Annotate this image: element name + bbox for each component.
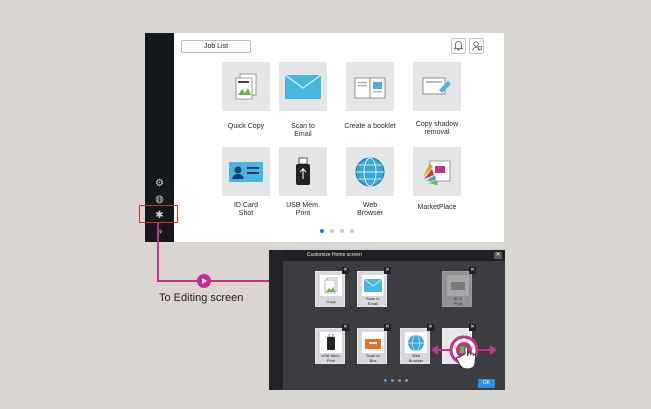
tile-label: Scan to Box bbox=[366, 353, 380, 363]
usb-icon bbox=[320, 332, 342, 353]
drag-gesture-icon bbox=[431, 335, 497, 370]
envelope-icon bbox=[362, 275, 384, 296]
copy-icon bbox=[235, 73, 257, 99]
play-arrow-icon bbox=[197, 274, 211, 288]
marketplace-icon bbox=[423, 160, 451, 185]
tile-label: Web Browser bbox=[408, 353, 424, 363]
globe-icon bbox=[355, 157, 385, 186]
page-dot-active[interactable] bbox=[384, 379, 387, 382]
page-dot[interactable] bbox=[405, 379, 408, 382]
tile-label: Copy shadow removal bbox=[415, 121, 459, 136]
bell-button[interactable] bbox=[451, 38, 466, 54]
settings-icon[interactable]: ⚙ bbox=[153, 177, 166, 190]
box-icon bbox=[362, 332, 384, 353]
remove-tile-icon[interactable]: ✕ bbox=[469, 267, 476, 274]
edit-page-indicator bbox=[384, 379, 408, 382]
page-dot[interactable] bbox=[391, 379, 394, 382]
tile-usb-mem-print[interactable] bbox=[279, 147, 327, 196]
user-status-icon bbox=[472, 41, 482, 51]
tile-scan-to-email[interactable] bbox=[279, 62, 327, 111]
envelope-icon bbox=[284, 74, 322, 99]
shadow-removal-icon bbox=[422, 77, 451, 94]
remove-tile-icon[interactable]: ✕ bbox=[342, 324, 349, 331]
tile-web-browser[interactable] bbox=[346, 147, 394, 196]
connector-line bbox=[157, 223, 159, 281]
remove-tile-icon[interactable]: ✕ bbox=[342, 267, 349, 274]
id-card-icon bbox=[229, 161, 263, 182]
page-dot[interactable] bbox=[350, 229, 354, 233]
tile-copy-shadow-removal[interactable] bbox=[413, 62, 461, 111]
edit-tile-usb-mem-print[interactable]: USB Mem. Print bbox=[315, 328, 345, 364]
page-dot[interactable] bbox=[398, 379, 401, 382]
tile-label: ID & Print bbox=[453, 296, 463, 306]
page-indicator bbox=[320, 229, 354, 233]
tile-label: MarketPlace bbox=[417, 204, 457, 211]
edit-sidebar bbox=[269, 250, 283, 390]
page-dot[interactable] bbox=[330, 229, 334, 233]
edit-tile-id-print[interactable]: ID & Print bbox=[442, 271, 472, 307]
globe-icon bbox=[405, 332, 427, 353]
ok-button[interactable]: OK bbox=[478, 379, 495, 388]
edit-tile-scan-to-box[interactable]: Scan to Box bbox=[357, 328, 387, 364]
copy-icon bbox=[320, 275, 342, 296]
close-button[interactable]: ✕ bbox=[494, 252, 502, 259]
double-chevron-icon[interactable]: » bbox=[153, 225, 166, 238]
home-screen: ⚙ ◍ ✱ » Job List Quick Copy Scan to Emai… bbox=[145, 33, 504, 242]
id-print-icon bbox=[447, 275, 469, 296]
usb-icon bbox=[296, 157, 310, 185]
tile-label: Scan to Email bbox=[366, 296, 380, 306]
edit-caption: To Editing screen bbox=[159, 292, 244, 304]
job-list-button[interactable]: Job List bbox=[181, 40, 251, 53]
tile-create-booklet[interactable] bbox=[346, 62, 394, 111]
booklet-icon bbox=[354, 77, 386, 98]
remove-tile-icon[interactable]: ✕ bbox=[384, 324, 391, 331]
edit-title: Customize Home screen bbox=[307, 252, 362, 258]
customize-icon-highlight bbox=[139, 205, 178, 223]
tile-label: USB Mem. Print bbox=[321, 353, 341, 363]
tile-label: Copy bbox=[326, 299, 336, 304]
tile-id-card-shot[interactable] bbox=[222, 147, 270, 196]
edit-title-bar: Customize Home screen ✕ bbox=[283, 250, 505, 261]
user-status-button[interactable] bbox=[469, 38, 484, 54]
page-dot[interactable] bbox=[340, 229, 344, 233]
remove-tile-icon[interactable]: ✕ bbox=[384, 267, 391, 274]
tile-marketplace[interactable] bbox=[413, 147, 461, 196]
editing-screen: Customize Home screen ✕ Copy ✕ Scan to E… bbox=[269, 250, 505, 390]
edit-tile-web-browser[interactable]: Web Browser bbox=[400, 328, 430, 364]
page-dot-active[interactable] bbox=[320, 229, 324, 233]
bell-icon bbox=[453, 41, 464, 51]
edit-tile-scan-to-email[interactable]: Scan to Email bbox=[357, 271, 387, 307]
connector-line bbox=[157, 280, 270, 282]
tile-quick-copy[interactable] bbox=[222, 62, 270, 111]
edit-tile-copy[interactable]: Copy bbox=[315, 271, 345, 307]
